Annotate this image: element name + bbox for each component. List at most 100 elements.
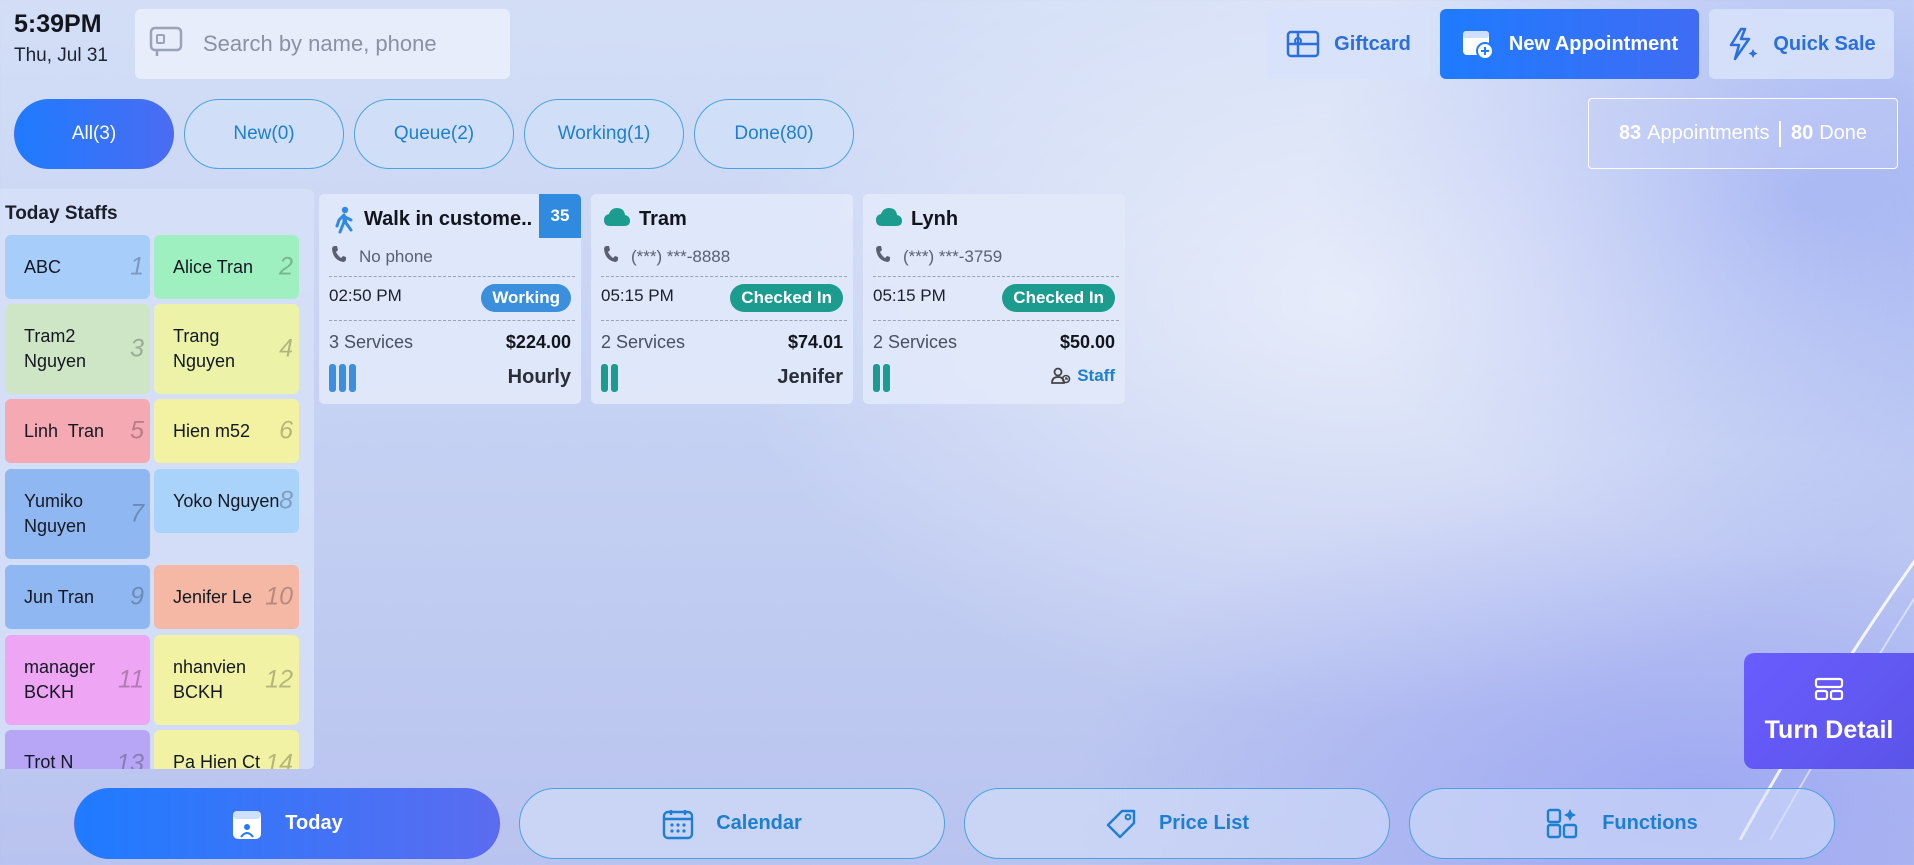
filter-label: Done(80): [734, 123, 814, 144]
staff-name: Yumiko Nguyen: [24, 491, 87, 536]
phone-icon: [875, 245, 891, 268]
quick-sale-button[interactable]: Quick Sale: [1709, 9, 1894, 79]
status-badge: Checked In: [730, 284, 843, 312]
clock: 5:39PM Thu, Jul 31: [14, 10, 108, 67]
staff-number: 2: [279, 252, 293, 281]
staff-name: manager BCKH: [24, 657, 96, 702]
nav-calendar[interactable]: Calendar: [519, 788, 945, 859]
staff-name: Yoko Nguyen: [173, 490, 280, 511]
staff-number: 12: [265, 665, 293, 694]
staff-number: 5: [130, 416, 144, 445]
status-badge: Checked In: [1002, 284, 1115, 312]
search-icon: [149, 26, 187, 63]
phone-text: (***) ***-3759: [903, 246, 1003, 266]
appointment-card[interactable]: Walk in custome.. 35 No phone 02:50 PM W…: [319, 194, 581, 404]
staff-name: Pa Hien Ct: [173, 752, 261, 769]
status-badge: Working: [481, 284, 571, 312]
customer-name: Lynh: [911, 208, 959, 230]
customer-phone: (***) ***-3759: [875, 245, 1002, 268]
services-count: 2 Services: [601, 332, 686, 352]
current-date: Thu, Jul 31: [14, 45, 108, 66]
cloud-icon: [603, 206, 631, 233]
giftcard-label: Giftcard: [1334, 32, 1411, 55]
progress-bar-segment: [883, 364, 890, 392]
staff-tile[interactable]: Trot N 13: [5, 730, 150, 769]
turn-detail-button[interactable]: Turn Detail: [1744, 653, 1914, 769]
functions-icon: [1546, 807, 1580, 841]
progress-bar-segment: [601, 364, 608, 392]
filter-queue[interactable]: Queue(2): [354, 99, 514, 169]
assign-staff-link[interactable]: Staff: [1051, 366, 1115, 386]
staff-tile[interactable]: Hien m52 6: [154, 399, 299, 463]
nav-price-list[interactable]: Price List: [964, 788, 1390, 859]
staff-tile[interactable]: Pa Hien Ct 14: [154, 730, 299, 769]
staff-name: Alice Tran: [173, 256, 254, 277]
appointment-price: $74.01: [787, 332, 843, 352]
staff-tile[interactable]: manager BCKH 11: [5, 635, 150, 725]
staff-number: 1: [130, 252, 144, 281]
staff-name: ABC: [24, 256, 62, 277]
new-appointment-button[interactable]: New Appointment: [1440, 9, 1699, 79]
price-tag-icon: [1105, 808, 1137, 840]
cloud-icon: [875, 206, 903, 233]
calendar-plus-icon: [1461, 27, 1495, 61]
nav-functions[interactable]: Functions: [1409, 788, 1835, 859]
appointments-label: Appointments: [1647, 122, 1770, 144]
services-count: 3 Services: [329, 332, 414, 352]
appointment-time: 02:50 PM: [329, 286, 402, 305]
filter-all[interactable]: All(3): [14, 99, 174, 169]
staff-tile[interactable]: nhanvien BCKH 12: [154, 635, 299, 725]
progress-bar-segment: [349, 364, 356, 392]
current-time: 5:39PM: [14, 10, 102, 38]
filter-done[interactable]: Done(80): [694, 99, 854, 169]
nav-label: Calendar: [716, 812, 802, 834]
customer-phone: No phone: [331, 245, 433, 268]
background-streak: [1738, 559, 1914, 840]
phone-icon: [331, 245, 347, 268]
divider: [601, 320, 847, 321]
filter-label: New(0): [233, 123, 295, 144]
staff-tile[interactable]: ABC 1: [5, 235, 150, 299]
staff-number: 8: [279, 486, 293, 515]
staff-name: Jenifer Le: [173, 586, 253, 607]
staff-tile[interactable]: Jenifer Le 10: [154, 565, 299, 629]
staff-tile[interactable]: Yoko Nguyen 8: [154, 469, 299, 533]
search-box[interactable]: [135, 9, 510, 79]
staff-tile[interactable]: Yumiko Nguyen 7: [5, 469, 150, 559]
progress-bar-segment: [329, 364, 336, 392]
progress-bars: [873, 364, 890, 392]
phone-text: No phone: [359, 246, 433, 266]
staff-tile[interactable]: Trang Nguyen 4: [154, 304, 299, 394]
staff-tile[interactable]: Tram2 Nguyen 3: [5, 304, 150, 394]
staff-tile[interactable]: Alice Tran 2: [154, 235, 299, 299]
staff-tile[interactable]: Linh Tran 5: [5, 399, 150, 463]
assign-staff-label: Staff: [1077, 366, 1115, 385]
appointments-count: 83: [1618, 122, 1642, 144]
staff-panel: Today Staffs ABC 1 Alice Tran 2 Tram2 Nguy…: [0, 189, 314, 769]
nav-today[interactable]: Today: [74, 788, 500, 859]
divider: [873, 276, 1119, 277]
filter-working[interactable]: Working(1): [524, 99, 684, 169]
search-input[interactable]: [203, 31, 503, 57]
giftcard-button[interactable]: Giftcard: [1267, 9, 1430, 79]
appointment-card[interactable]: Lynh (***) ***-3759 05:15 PM Checked In …: [863, 194, 1125, 404]
calendar-icon: [662, 808, 694, 840]
staff-icon: [1051, 367, 1071, 385]
done-count: 80: [1790, 122, 1814, 144]
turn-detail-label: Turn Detail: [1764, 716, 1894, 744]
filter-label: All(3): [71, 123, 117, 144]
staff-number: 13: [116, 749, 144, 769]
progress-bar-segment: [339, 364, 346, 392]
appointment-card[interactable]: Tram (***) ***-8888 05:15 PM Checked In …: [591, 194, 853, 404]
staff-number: 10: [265, 582, 293, 611]
staff-tile[interactable]: Jun Tran 9: [5, 565, 150, 629]
filter-new[interactable]: New(0): [184, 99, 344, 169]
filter-label: Queue(2): [393, 123, 475, 144]
staff-name: Hien m52: [173, 420, 251, 441]
divider: [873, 320, 1119, 321]
summary-divider: [1779, 120, 1781, 147]
staff-panel-title: Today Staffs: [5, 203, 118, 224]
services-count: 2 Services: [873, 332, 958, 352]
staff-name: nhanvien BCKH: [173, 657, 247, 702]
layout-icon: [1814, 677, 1844, 706]
